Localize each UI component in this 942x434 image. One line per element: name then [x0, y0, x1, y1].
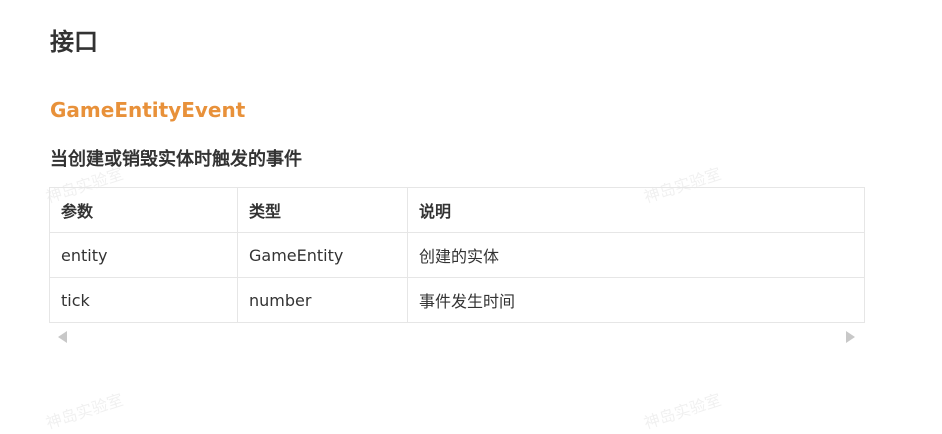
table-cell-param: entity — [49, 232, 238, 278]
triangle-right-icon[interactable] — [846, 331, 855, 343]
params-table: 参数 类型 说明 entity GameEntity 创建的实体 tick nu… — [49, 187, 865, 323]
column-header-type: 类型 — [237, 187, 408, 233]
table-row: tick number 事件发生时间 — [49, 277, 865, 323]
table-row: entity GameEntity 创建的实体 — [49, 232, 865, 278]
watermark: 神岛实验室 — [641, 390, 724, 433]
params-table-container: 参数 类型 说明 entity GameEntity 创建的实体 tick nu… — [49, 187, 865, 323]
table-header-row: 参数 类型 说明 — [49, 187, 865, 233]
table-cell-description: 创建的实体 — [407, 232, 865, 278]
interface-description: 当创建或销毁实体时触发的事件 — [50, 149, 302, 170]
table-cell-type: number — [237, 277, 408, 323]
table-cell-param: tick — [49, 277, 238, 323]
page-title: 接口 — [50, 28, 98, 56]
horizontal-scrollbar[interactable] — [49, 329, 864, 345]
column-header-param: 参数 — [49, 187, 238, 233]
triangle-left-icon[interactable] — [58, 331, 67, 343]
table-cell-type: GameEntity — [237, 232, 408, 278]
column-header-description: 说明 — [407, 187, 865, 233]
interface-name-heading: GameEntityEvent — [50, 98, 246, 122]
watermark: 神岛实验室 — [43, 390, 126, 433]
table-cell-description: 事件发生时间 — [407, 277, 865, 323]
